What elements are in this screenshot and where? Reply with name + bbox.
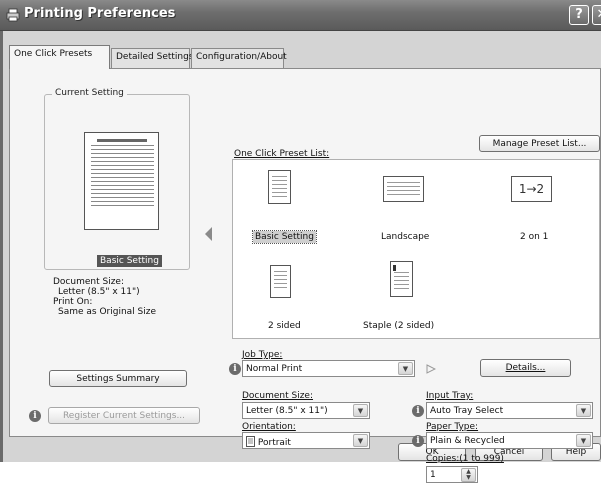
paper-type-select[interactable]: Plain & Recycled ▼ — [426, 432, 593, 449]
input-tray-label: Input Tray: — [426, 391, 474, 401]
doc-size-summary-value: Letter (8.5" x 11") — [58, 287, 140, 297]
help-title-button[interactable]: ? — [569, 5, 589, 25]
preset-list-label: One Click Preset List: — [234, 149, 330, 159]
preset-item-staple-2-sided[interactable]: Staple (2 sided) — [363, 321, 434, 331]
tab-detailed-settings[interactable]: Detailed Settings — [111, 48, 194, 68]
window-title: Printing Preferences — [24, 6, 176, 21]
chevron-down-icon: ▼ — [576, 404, 591, 417]
current-setting-name: Basic Setting — [97, 255, 162, 267]
settings-summary-button[interactable]: Settings Summary — [49, 370, 187, 387]
play-arrow-icon — [426, 364, 436, 374]
portrait-page-icon — [246, 436, 255, 447]
close-title-button[interactable]: ✕ — [592, 5, 601, 25]
preset-item-2-sided[interactable]: 2 sided — [268, 321, 301, 331]
input-tray-info-icon: i — [412, 405, 424, 417]
printer-icon — [6, 8, 20, 22]
paper-type-info-icon: i — [412, 435, 424, 447]
print-on-summary-label: Print On: — [53, 297, 93, 307]
settings-summary-label: Settings Summary — [76, 374, 160, 384]
orientation-label: Orientation: — [242, 422, 296, 432]
document-size-label: Document Size: — [242, 391, 313, 401]
chevron-down-icon: ▼ — [353, 434, 368, 447]
preset-item-basic-setting[interactable]: Basic Setting — [252, 230, 317, 244]
details-button[interactable]: Details... — [480, 359, 571, 377]
print-on-summary-value: Same as Original Size — [58, 307, 157, 317]
basic-setting-preset-icon[interactable] — [268, 170, 291, 204]
staple-preset-icon[interactable] — [390, 261, 413, 297]
two-sided-preset-icon[interactable] — [267, 265, 291, 302]
title-bar: Printing Preferences ? ✕ — [0, 0, 601, 31]
register-current-settings-button[interactable]: Register Current Settings... — [48, 407, 200, 424]
chevron-down-icon: ▼ — [576, 434, 591, 447]
tab-panel: Current Setting Basic Setting Document S… — [9, 68, 601, 483]
tab-one-click-presets[interactable]: One Click Presets — [9, 45, 110, 69]
paper-type-label: Paper Type: — [426, 422, 479, 432]
preset-scroll-left-icon[interactable] — [205, 227, 213, 241]
register-info-icon: i — [29, 410, 41, 422]
landscape-preset-icon[interactable] — [383, 176, 424, 202]
tab-configuration-about[interactable]: Configuration/About — [191, 48, 287, 68]
preset-item-landscape[interactable]: Landscape — [381, 232, 429, 242]
orientation-select[interactable]: Portrait ▼ — [242, 432, 370, 449]
spin-arrows-icon[interactable]: ▲ ▼ — [461, 468, 476, 482]
input-tray-select[interactable]: Auto Tray Select ▼ — [426, 402, 593, 419]
current-setting-legend: Current Setting — [52, 88, 127, 98]
preset-list: Basic Setting Landscape 1→2 2 on 1 2 sid… — [232, 159, 600, 339]
chevron-down-icon: ▼ — [353, 404, 368, 417]
chevron-down-icon: ▼ — [398, 362, 413, 375]
page-preview — [84, 132, 159, 230]
doc-size-summary-label: Document Size: — [53, 277, 124, 287]
copies-input[interactable]: 1 ▲ ▼ — [426, 466, 478, 483]
job-type-label: Job Type: — [242, 350, 283, 360]
manage-preset-list-button[interactable]: Manage Preset List... — [479, 135, 600, 152]
job-type-select[interactable]: Normal Print ▼ — [242, 360, 415, 377]
document-size-select[interactable]: Letter (8.5" x 11") ▼ — [242, 402, 370, 419]
preset-item-2-on-1[interactable]: 2 on 1 — [520, 232, 548, 242]
job-type-info-icon: i — [229, 363, 241, 375]
copies-label: Copies:(1 to 999) — [426, 454, 504, 464]
two-on-one-preset-icon[interactable]: 1→2 — [511, 176, 552, 202]
